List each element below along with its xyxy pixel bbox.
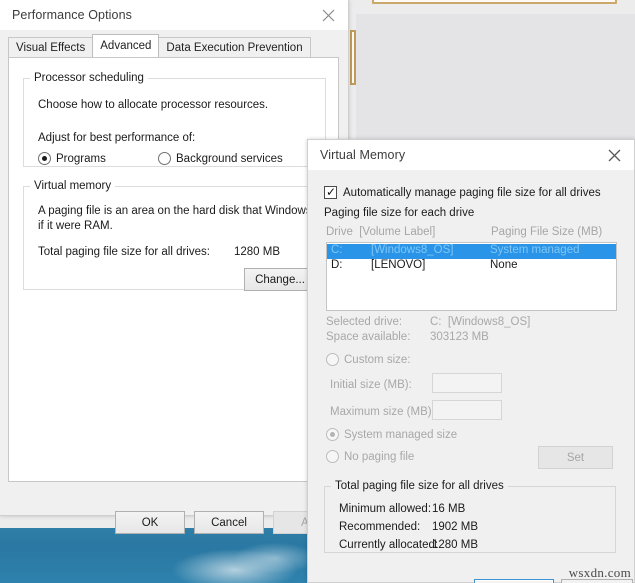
- row-paging-size: None: [490, 259, 518, 271]
- virtual-memory-legend: Virtual memory: [34, 180, 112, 192]
- recommended-label: Recommended:: [339, 521, 421, 533]
- virtual-memory-group: Virtual memory A paging file is an area …: [23, 180, 339, 291]
- virtual-memory-description-line2: if it were RAM.: [38, 220, 113, 232]
- performance-options-titlebar: Performance Options: [0, 0, 348, 30]
- virtual-memory-body: ✓ Automatically manage paging file size …: [308, 170, 634, 583]
- radio-system-managed-size: [326, 428, 339, 441]
- processor-scheduling-group: Processor scheduling Choose how to alloc…: [23, 72, 326, 167]
- space-available-value: 303123 MB: [430, 331, 489, 343]
- radio-no-paging-file-label: No paging file: [344, 451, 415, 463]
- performance-cancel-button[interactable]: Cancel: [194, 511, 264, 534]
- check-icon: ✓: [326, 185, 337, 199]
- processor-scheduling-description: Choose how to allocate processor resourc…: [38, 99, 269, 111]
- row-drive-letter: C:: [331, 244, 343, 256]
- total-paging-file-value: 1280 MB: [234, 246, 281, 258]
- performance-options-body: Visual Effects Advanced Data Execution P…: [0, 30, 347, 534]
- auto-manage-checkbox[interactable]: ✓: [324, 186, 337, 199]
- auto-manage-label: Automatically manage paging file size fo…: [343, 187, 601, 199]
- virtual-memory-description-line1: A paging file is an area on the hard dis…: [38, 205, 340, 217]
- change-button[interactable]: Change...: [244, 268, 316, 291]
- radio-programs[interactable]: [38, 152, 51, 165]
- table-row[interactable]: D: [LENOVO] None: [327, 259, 616, 274]
- minimum-allowed-label: Minimum allowed:: [339, 503, 432, 515]
- minimum-allowed-value: 16 MB: [432, 503, 466, 515]
- set-button: Set: [538, 446, 613, 469]
- maximum-size-input: [432, 400, 502, 420]
- row-volume-label: [LENOVO]: [371, 259, 426, 271]
- drive-listbox[interactable]: C: [Windows8_OS] System managed D: [LENO…: [326, 242, 617, 311]
- virtual-memory-ok-button[interactable]: OK: [474, 579, 554, 583]
- column-drive-volume-label: Drive [Volume Label]: [326, 226, 436, 238]
- radio-background-services[interactable]: [158, 152, 171, 165]
- site-watermark: wsxdn.com: [568, 565, 631, 580]
- currently-allocated-value: 1280 MB: [432, 539, 479, 551]
- radio-background-services-label: Background services: [176, 153, 283, 165]
- row-drive-letter: D:: [331, 259, 343, 271]
- performance-options-window: Performance Options Visual Effects Advan…: [0, 0, 349, 534]
- adjust-for-best-performance-label: Adjust for best performance of:: [38, 132, 196, 144]
- maximum-size-label: Maximum size (MB):: [330, 406, 435, 418]
- performance-options-tabstrip: Visual Effects Advanced Data Execution P…: [8, 34, 311, 57]
- close-icon[interactable]: [308, 0, 348, 30]
- initial-size-label: Initial size (MB):: [330, 379, 412, 391]
- column-paging-file-size: Paging File Size (MB): [491, 226, 603, 238]
- total-paging-file-label: Total paging file size for all drives:: [38, 246, 210, 258]
- row-paging-size: System managed: [490, 244, 580, 256]
- total-paging-group: Total paging file size for all drives Mi…: [324, 480, 616, 553]
- virtual-memory-titlebar: Virtual Memory: [308, 140, 634, 170]
- close-icon[interactable]: [594, 140, 634, 170]
- performance-ok-button[interactable]: OK: [115, 511, 185, 534]
- tab-visual-effects-label: Visual Effects: [16, 41, 86, 54]
- performance-options-title: Performance Options: [12, 8, 133, 22]
- radio-programs-label: Programs: [56, 153, 106, 165]
- radio-no-paging-file: [326, 450, 339, 463]
- total-paging-group-legend: Total paging file size for all drives: [335, 480, 504, 492]
- virtual-memory-title: Virtual Memory: [320, 148, 406, 162]
- tab-visual-effects[interactable]: Visual Effects: [8, 37, 94, 57]
- background-window-top-edge: [372, 0, 617, 4]
- tab-dep-label: Data Execution Prevention: [166, 41, 303, 54]
- currently-allocated-label: Currently allocated:: [339, 539, 439, 551]
- processor-scheduling-legend: Processor scheduling: [34, 72, 144, 84]
- paging-group-legend: Paging file size for each drive: [324, 207, 475, 219]
- table-row[interactable]: C: [Windows8_OS] System managed: [327, 244, 616, 259]
- recommended-value: 1902 MB: [432, 521, 479, 533]
- virtual-memory-window: Virtual Memory ✓ Automatically manage pa…: [307, 139, 635, 583]
- tab-advanced-label: Advanced: [100, 40, 152, 52]
- tab-data-execution-prevention[interactable]: Data Execution Prevention: [158, 37, 311, 57]
- radio-system-managed-size-label: System managed size: [344, 429, 458, 441]
- selected-drive-label: Selected drive:: [326, 316, 403, 328]
- row-volume-label: [Windows8_OS]: [371, 244, 454, 256]
- selected-drive-value: C: [Windows8_OS]: [430, 316, 531, 328]
- initial-size-input: [432, 373, 502, 393]
- background-window-panel: [356, 14, 635, 139]
- advanced-tab-page: Processor scheduling Choose how to alloc…: [8, 57, 339, 482]
- space-available-label: Space available:: [326, 331, 411, 343]
- radio-custom-size: [326, 353, 339, 366]
- tab-advanced[interactable]: Advanced: [92, 34, 160, 57]
- background-window-left-edge: [350, 30, 356, 85]
- drive-list-header: Drive [Volume Label] Paging File Size (M…: [326, 226, 616, 241]
- radio-custom-size-label: Custom size:: [344, 354, 411, 366]
